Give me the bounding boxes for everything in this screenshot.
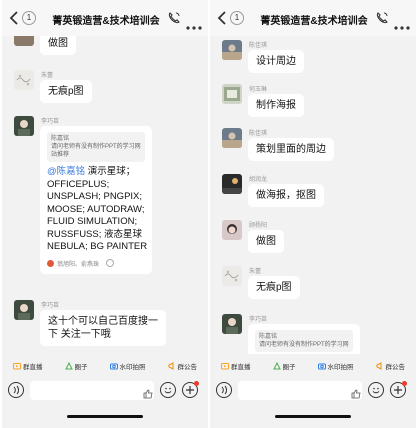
- home-indicator: [275, 415, 351, 418]
- avatar[interactable]: [222, 40, 242, 60]
- megaphone-icon: [168, 362, 173, 370]
- message-bubble[interactable]: 设计周边: [248, 50, 304, 73]
- quoted-reply-bubble[interactable]: 陈嘉铭 请问老师有没有制作PPT的学习网: [248, 324, 360, 354]
- avatar[interactable]: [14, 36, 34, 46]
- avatar[interactable]: [14, 70, 34, 90]
- camera-icon: [317, 363, 326, 370]
- live-button[interactable]: 群直播: [221, 361, 251, 371]
- emoji-icon[interactable]: [368, 382, 384, 398]
- back-arrow-icon[interactable]: [9, 10, 23, 26]
- circle-button[interactable]: 圈子: [272, 361, 296, 371]
- message-input[interactable]: [238, 381, 362, 400]
- back-arrow-icon[interactable]: [217, 10, 231, 26]
- quoted-message[interactable]: 陈嘉铭 请问老师有没有制作PPT的学习网 站推荐: [47, 132, 145, 162]
- input-bar: [210, 378, 416, 404]
- sender-name: 李巧苗: [249, 317, 268, 323]
- quoted-reply-bubble[interactable]: 陈嘉铭 请问老师有没有制作PPT的学习网 站推荐 @陈嘉铭 演示星球； OFFI…: [40, 126, 152, 274]
- emoji-icon[interactable]: [160, 382, 176, 398]
- message-bubble[interactable]: 制作海报: [248, 94, 304, 117]
- avatar[interactable]: [14, 116, 34, 136]
- group-call-icon[interactable]: [167, 11, 181, 25]
- circle-button[interactable]: 圈子: [64, 361, 88, 371]
- avatar[interactable]: [222, 174, 242, 194]
- plus-icon[interactable]: [182, 381, 199, 398]
- notification-dot: [402, 381, 407, 386]
- input-bar: [2, 378, 208, 404]
- avatar[interactable]: [222, 220, 242, 240]
- reply-text: @陈嘉铭 演示星球； OFFICEPLUS; UNSPLASH; PNGPIX;…: [47, 166, 148, 252]
- right-chat-screen: 1 菁英锻造营&技术培训会 陈佳琪 设计周边 何玉琳 制作海报 陈佳琪 策划里面…: [210, 0, 416, 428]
- mention-link[interactable]: @陈嘉铭: [47, 166, 85, 177]
- notice-button[interactable]: 群公告: [168, 361, 197, 371]
- readers-list: 翁旭阳、俞燕珠: [57, 261, 100, 268]
- sender-name: 李巧苗: [41, 303, 60, 309]
- expand-readers-icon[interactable]: [106, 259, 115, 267]
- message-bubble[interactable]: 策划里面的周边: [248, 138, 334, 161]
- message-list[interactable]: 陈佳琪 设计周边 何玉琳 制作海报 陈佳琪 策划里面的周边 胡润龙 做海报，抠图: [210, 36, 416, 354]
- quoted-sender: 陈嘉铭: [51, 136, 70, 142]
- quoted-message[interactable]: 陈嘉铭 请问老师有没有制作PPT的学习网: [255, 330, 353, 352]
- more-options-icon[interactable]: [394, 17, 410, 30]
- home-indicator: [67, 415, 143, 418]
- quoted-sender: 陈嘉铭: [259, 334, 278, 340]
- quoted-text: 站推荐: [51, 152, 70, 158]
- circle-icon: [64, 362, 73, 370]
- live-icon: [13, 363, 21, 370]
- group-title: 菁英锻造营&技术培训会: [52, 16, 160, 27]
- chat-header: 1 菁英锻造营&技术培训会: [210, 0, 416, 36]
- unread-count-badge[interactable]: 1: [230, 11, 244, 25]
- camera-button[interactable]: 水印拍照: [109, 361, 146, 371]
- notification-dot: [194, 381, 199, 386]
- avatar[interactable]: [222, 314, 242, 334]
- message-bubble[interactable]: 这十个可以自己百度搜一 下 关注一下哦: [40, 310, 166, 346]
- quoted-text: 请问老师有没有制作PPT的学习网: [259, 342, 349, 348]
- megaphone-icon: [376, 362, 381, 370]
- circle-icon: [272, 362, 281, 370]
- message-bubble[interactable]: 做海报，抠图: [248, 184, 324, 207]
- thumbs-up-icon[interactable]: [351, 386, 361, 399]
- sender-name: 陈佳琪: [249, 43, 268, 49]
- group-call-icon[interactable]: [375, 11, 389, 25]
- avatar[interactable]: [222, 84, 242, 104]
- voice-input-icon[interactable]: [8, 382, 24, 398]
- voice-input-icon[interactable]: [216, 382, 232, 398]
- message-bubble[interactable]: 无痕p图: [248, 276, 300, 299]
- sender-name: 胡润龙: [249, 177, 268, 183]
- message-input[interactable]: [30, 381, 154, 400]
- avatar[interactable]: [222, 266, 242, 286]
- quoted-text: 请问老师有没有制作PPT的学习网: [51, 144, 141, 150]
- quick-toolbar: 群直播 圈子 水印拍照 群公告: [2, 354, 208, 378]
- live-button[interactable]: 群直播: [13, 361, 43, 371]
- camera-button[interactable]: 水印拍照: [317, 361, 354, 371]
- message-list[interactable]: 做图 朱蕾 无痕p图 李巧苗 陈嘉铭 请问老师有没有制作PPT的学习网 站推荐: [2, 36, 208, 354]
- message-bubble[interactable]: 做图: [248, 230, 284, 253]
- sender-name: 朱蕾: [41, 73, 54, 79]
- notice-button[interactable]: 群公告: [376, 361, 405, 371]
- sender-name: 何玉琳: [249, 87, 268, 93]
- reader-avatar-icon: [47, 259, 54, 267]
- avatar[interactable]: [222, 128, 242, 148]
- message-bubble[interactable]: 无痕p图: [40, 80, 92, 103]
- plus-icon[interactable]: [390, 381, 407, 398]
- chat-header: 1 菁英锻造营&技术培训会: [2, 0, 208, 36]
- avatar[interactable]: [14, 300, 34, 320]
- left-chat-screen: 1 菁英锻造营&技术培训会 做图 朱蕾 无痕p图 李巧苗 陈嘉铭 请问老师有没有…: [2, 0, 208, 428]
- message-bubble[interactable]: 做图: [40, 36, 76, 55]
- sender-name: 朱蕾: [249, 269, 262, 275]
- thumbs-up-icon[interactable]: [143, 386, 153, 399]
- quick-toolbar: 群直播 圈子 水印拍照 群公告: [210, 354, 416, 378]
- sender-name: 顾杨阳: [249, 223, 268, 229]
- more-options-icon[interactable]: [186, 17, 202, 30]
- sender-name: 陈佳琪: [249, 131, 268, 137]
- camera-icon: [109, 363, 118, 370]
- unread-count-badge[interactable]: 1: [22, 11, 36, 25]
- read-receipt-row[interactable]: 翁旭阳、俞燕珠: [47, 259, 145, 268]
- live-icon: [221, 363, 229, 370]
- sender-name: 李巧苗: [41, 119, 60, 125]
- group-title: 菁英锻造营&技术培训会: [260, 16, 368, 27]
